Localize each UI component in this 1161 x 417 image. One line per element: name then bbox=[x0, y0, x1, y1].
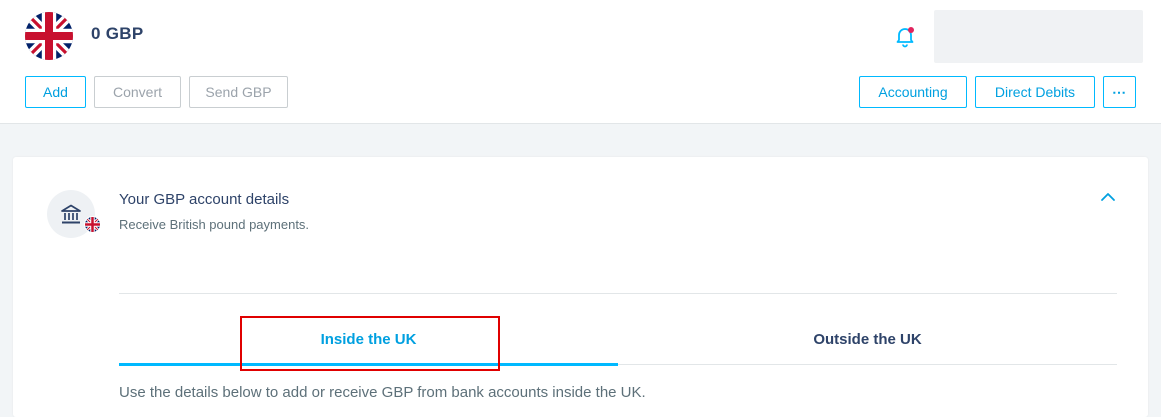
tab-outside-uk[interactable]: Outside the UK bbox=[618, 331, 1117, 363]
add-button[interactable]: Add bbox=[25, 76, 86, 108]
bell-notification-icon[interactable] bbox=[893, 24, 917, 48]
uk-flag-icon bbox=[25, 12, 73, 60]
search-placeholder-box[interactable] bbox=[934, 10, 1143, 63]
accounting-button[interactable]: Accounting bbox=[859, 76, 967, 108]
more-options-button[interactable]: ⋯ bbox=[1103, 76, 1136, 108]
direct-debits-button[interactable]: Direct Debits bbox=[975, 76, 1095, 108]
highlight-annotation-box bbox=[240, 316, 500, 371]
chevron-up-icon[interactable] bbox=[1100, 190, 1116, 204]
convert-button[interactable]: Convert bbox=[94, 76, 181, 108]
info-text: Use the details below to add or receive … bbox=[119, 384, 646, 401]
account-details-title: Your GBP account details bbox=[119, 191, 290, 208]
tab-underline bbox=[618, 364, 1117, 365]
balance-amount: 0 GBP bbox=[91, 24, 144, 43]
account-details-subtitle: Receive British pound payments. bbox=[119, 217, 310, 232]
uk-flag-badge-icon bbox=[84, 216, 101, 233]
balance-header: 0 GBP Add Convert Send GBP Accounting Di… bbox=[0, 0, 1161, 124]
section-divider bbox=[119, 293, 1117, 294]
send-gbp-button[interactable]: Send GBP bbox=[189, 76, 288, 108]
